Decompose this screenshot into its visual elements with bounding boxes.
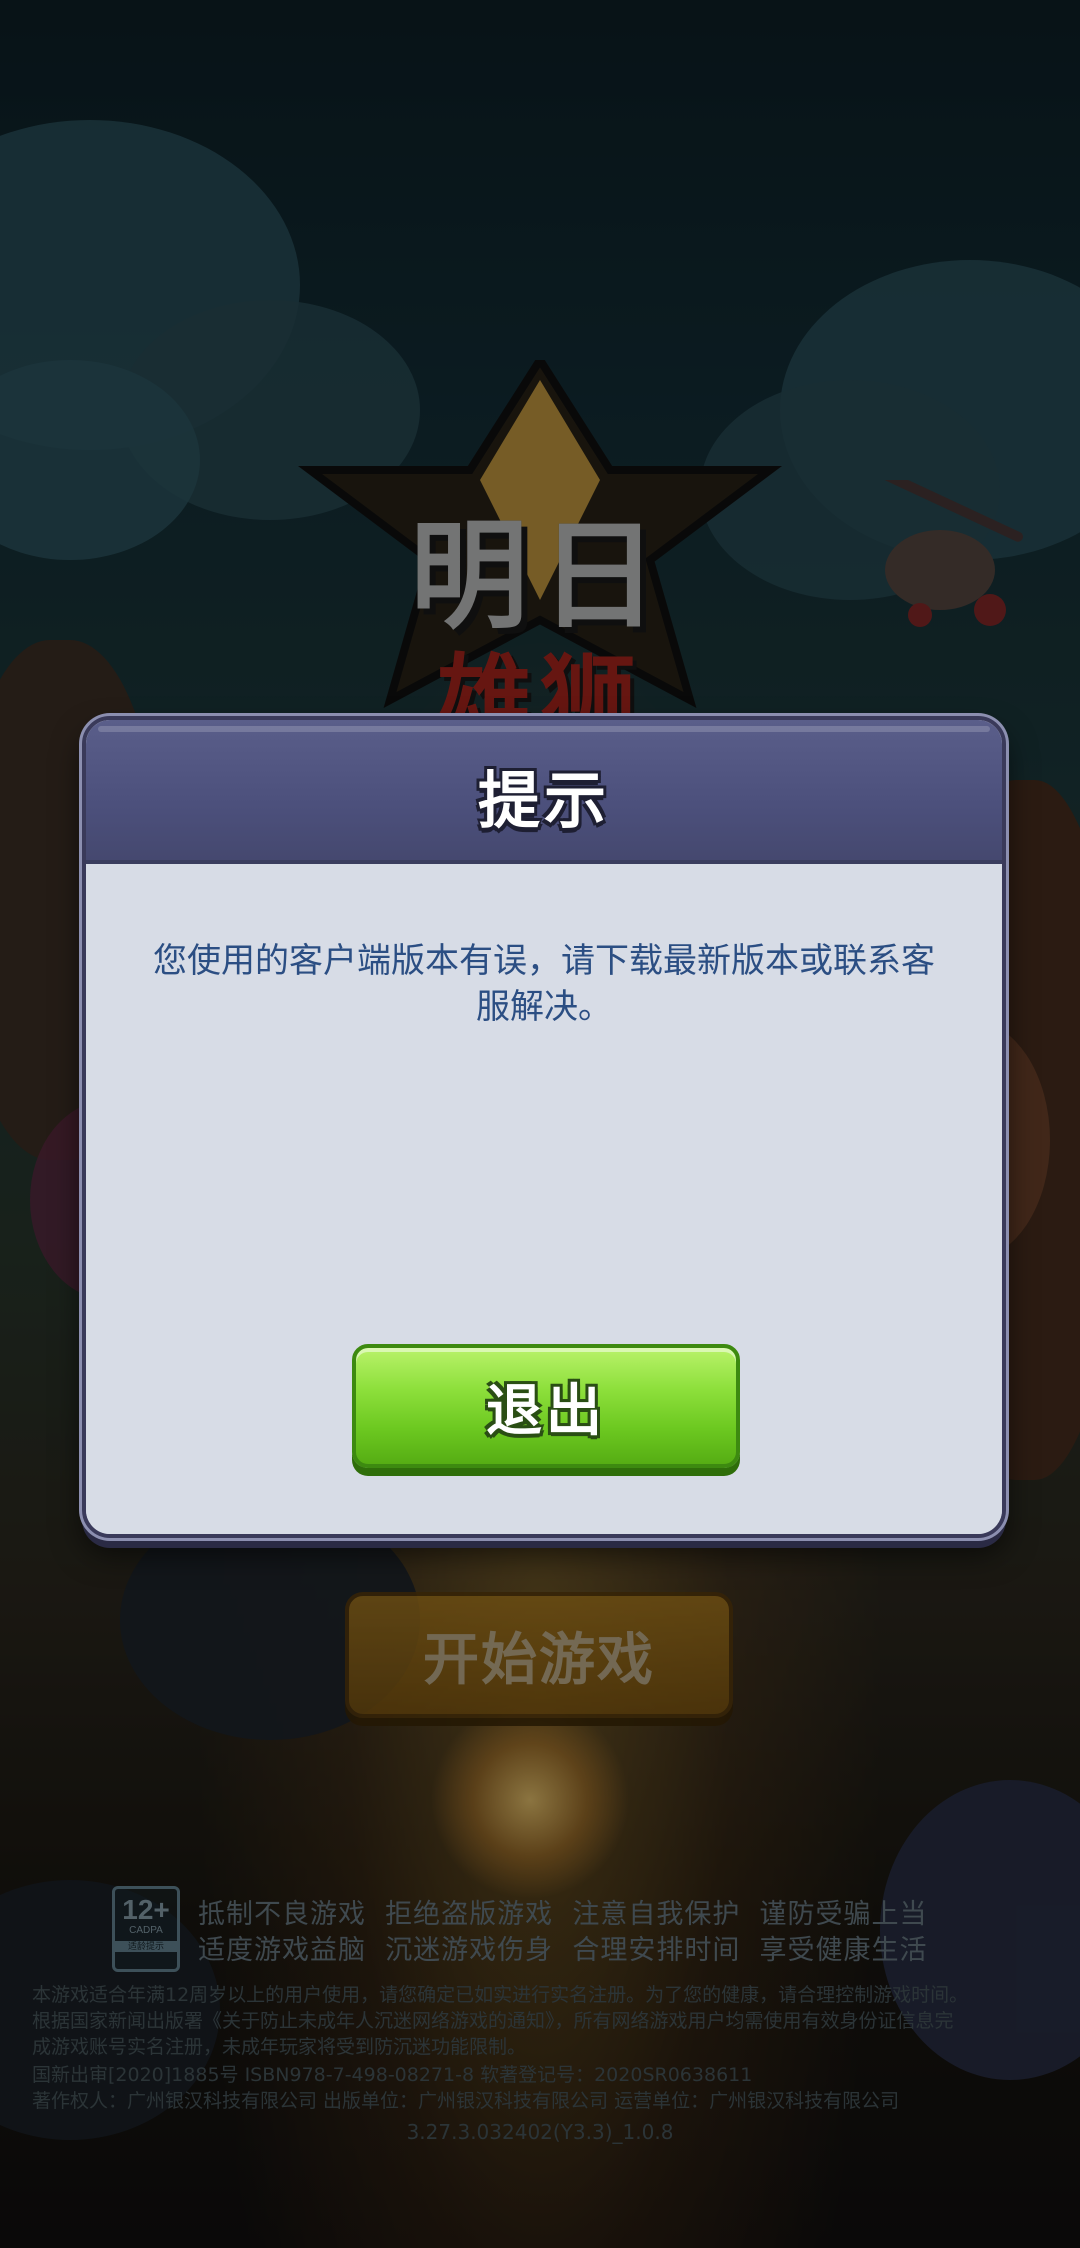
- dialog-message: 您使用的客户端版本有误，请下载最新版本或联系客服解决。: [153, 941, 935, 1027]
- exit-button[interactable]: 退出: [352, 1344, 740, 1468]
- dialog-title: 提示: [477, 764, 610, 837]
- error-dialog: 提示 您使用的客户端版本有误，请下载最新版本或联系客服解决。 退出: [82, 716, 1006, 1538]
- exit-button-label: 退出: [486, 1378, 606, 1444]
- dialog-header: 提示: [86, 720, 1002, 864]
